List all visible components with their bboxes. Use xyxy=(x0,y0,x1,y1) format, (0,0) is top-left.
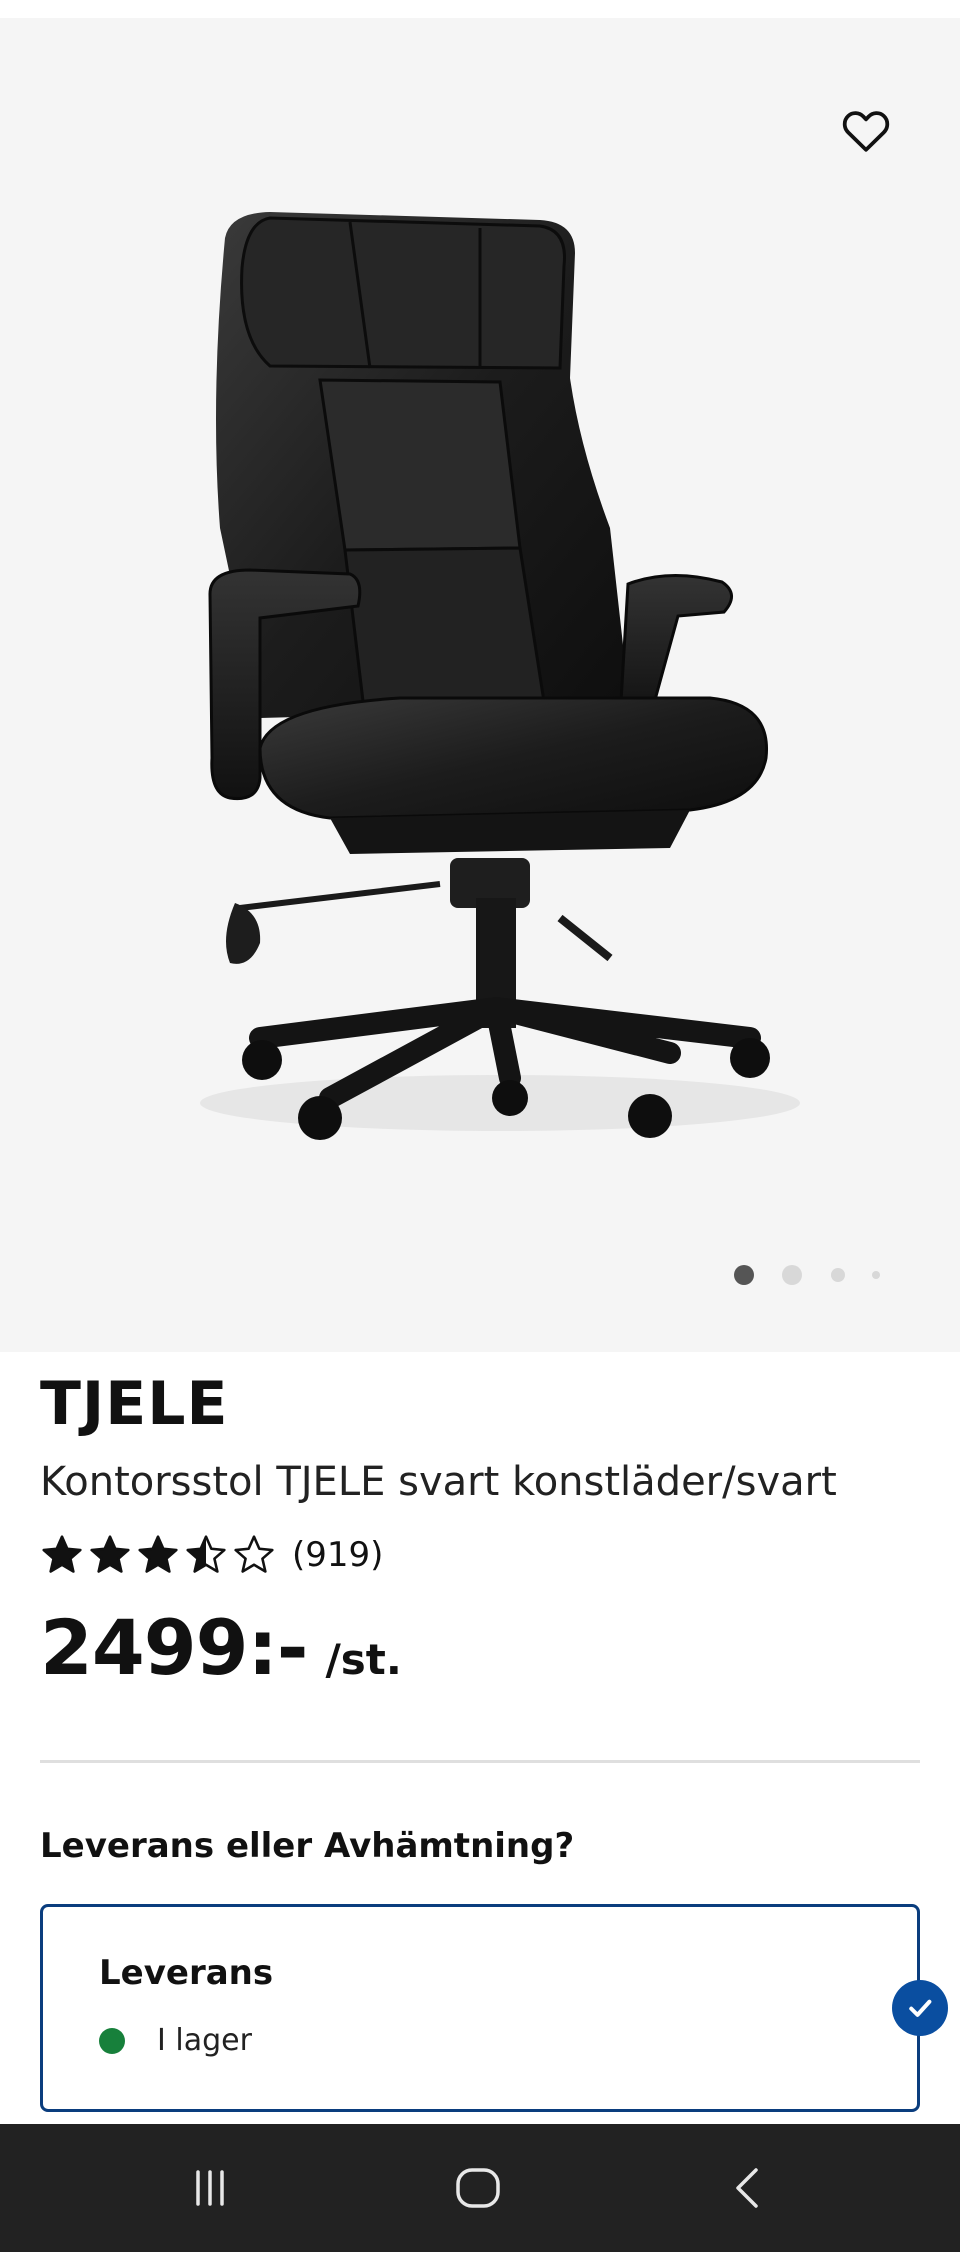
product-image xyxy=(200,212,800,1140)
recent-apps-button[interactable] xyxy=(150,2124,270,2252)
price-unit: /st. xyxy=(325,1635,402,1684)
back-icon xyxy=(736,2168,758,2208)
home-button[interactable] xyxy=(418,2124,538,2252)
pagination-dot-active[interactable] xyxy=(734,1265,754,1285)
home-icon xyxy=(456,2168,500,2208)
favorite-button[interactable] xyxy=(834,98,898,162)
back-button[interactable] xyxy=(688,2124,808,2252)
selected-check-badge xyxy=(892,1980,948,2036)
delivery-option-title: Leverans xyxy=(99,1953,274,1993)
product-brand: TJELE xyxy=(40,1369,229,1439)
stock-status: I lager xyxy=(99,2023,252,2058)
product-description: Kontorsstol TJELE svart konstläder/svart xyxy=(40,1459,837,1505)
star-filled-icon xyxy=(138,1535,178,1573)
star-filled-icon xyxy=(90,1535,130,1573)
price-value: 2499:- xyxy=(40,1603,308,1692)
product-rating[interactable]: (919) xyxy=(40,1532,383,1578)
delivery-section-title: Leverans eller Avhämtning? xyxy=(40,1826,575,1866)
status-bar-strip xyxy=(0,0,960,18)
system-navigation-bar xyxy=(0,2124,960,2252)
recent-apps-icon xyxy=(196,2170,224,2206)
divider xyxy=(40,1760,920,1763)
star-empty-icon xyxy=(234,1535,274,1573)
star-filled-icon xyxy=(42,1535,82,1573)
pagination-dot[interactable] xyxy=(831,1268,845,1282)
in-stock-dot-icon xyxy=(99,2027,125,2054)
product-image-gallery[interactable] xyxy=(0,18,960,1352)
pagination-dot[interactable] xyxy=(872,1271,880,1279)
rating-stars xyxy=(40,1533,276,1577)
pagination-dot[interactable] xyxy=(782,1265,802,1285)
heart-outline-icon xyxy=(842,111,890,152)
star-half-icon xyxy=(186,1535,226,1573)
gallery-pagination xyxy=(0,1260,960,1290)
stock-status-label: I lager xyxy=(157,2023,252,2058)
checkmark-icon xyxy=(909,1999,932,2017)
rating-count: (919) xyxy=(292,1535,384,1575)
delivery-option-card[interactable]: Leverans I lager xyxy=(40,1904,920,2112)
product-price: 2499:- /st. xyxy=(40,1610,402,1686)
